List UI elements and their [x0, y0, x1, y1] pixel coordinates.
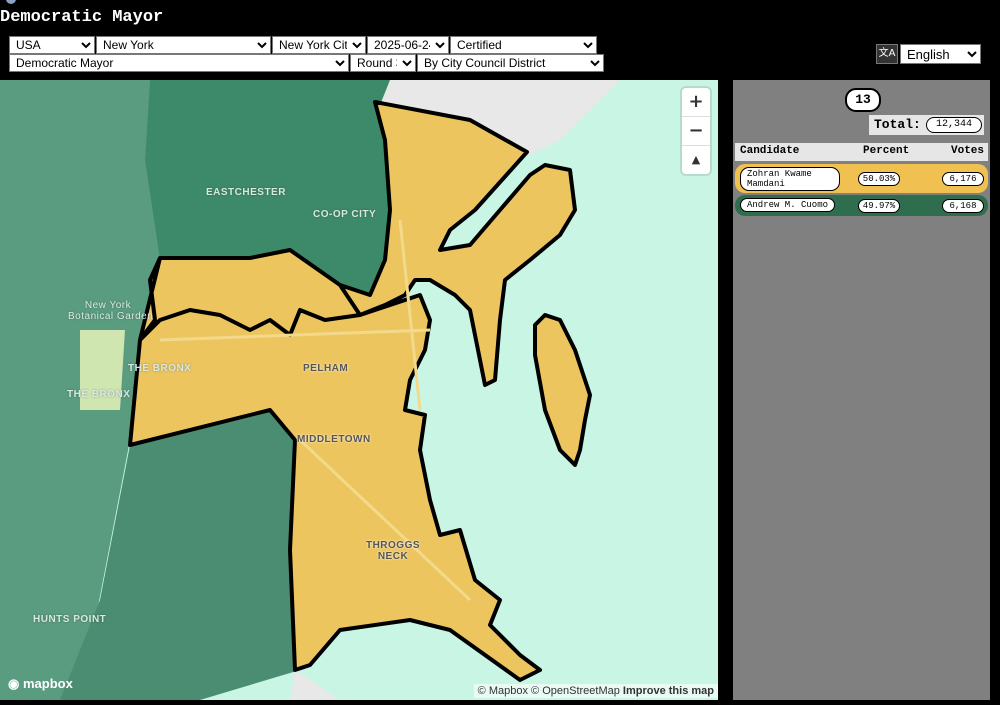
district-number-badge: 13: [845, 88, 881, 112]
candidate-percent: 50.03%: [858, 172, 900, 186]
map-attribution: © Mapbox © OpenStreetMap Improve this ma…: [473, 684, 718, 698]
label-hunts-point: HUNTS POINT: [33, 614, 107, 625]
candidate-votes: 6,176: [942, 172, 984, 186]
country-select[interactable]: USA: [9, 36, 95, 54]
city-select[interactable]: New York City: [272, 36, 366, 54]
header-candidate: Candidate: [740, 145, 800, 157]
label-coop-city: CO-OP CITY: [313, 209, 377, 220]
header-votes: Votes: [951, 145, 985, 157]
total-box: Total: 12,344: [869, 115, 984, 135]
attribution-mapbox[interactable]: © Mapbox: [478, 685, 528, 697]
window-dot: [6, 0, 16, 4]
total-label: Total:: [874, 117, 921, 132]
mapbox-logo[interactable]: ◉ mapbox: [8, 676, 73, 692]
results-table-header: Candidate Percent Votes: [735, 143, 988, 161]
label-pelham: PELHAM: [303, 363, 349, 374]
mapbox-logo-icon: ◉: [8, 676, 20, 691]
label-the-bronx-2: THE BRONX: [67, 389, 131, 400]
date-select[interactable]: 2025-06-24: [367, 36, 449, 54]
status-select[interactable]: Certified: [450, 36, 597, 54]
candidate-row[interactable]: Andrew M. Cuomo 49.97% 6,168: [735, 195, 988, 216]
candidate-percent: 49.97%: [858, 199, 900, 213]
map-area[interactable]: EASTCHESTER CO-OP CITY New York Botanica…: [0, 80, 718, 700]
round-select[interactable]: Round 3: [350, 54, 416, 72]
label-middletown: MIDDLETOWN: [297, 434, 371, 445]
language-select[interactable]: English: [900, 44, 981, 64]
state-select[interactable]: New York: [96, 36, 271, 54]
candidate-votes: 6,168: [942, 199, 984, 213]
total-value: 12,344: [926, 117, 982, 133]
grouping-select[interactable]: By City Council District: [417, 54, 604, 72]
compass-button[interactable]: ▲: [682, 146, 710, 174]
mapbox-logo-text: mapbox: [22, 676, 73, 691]
attribution-improve[interactable]: Improve this map: [623, 685, 714, 697]
header-percent: Percent: [863, 145, 910, 157]
candidate-name: Andrew M. Cuomo: [740, 198, 836, 212]
zoom-out-button[interactable]: −: [682, 117, 710, 146]
attribution-osm[interactable]: © OpenStreetMap: [531, 685, 620, 697]
race-select[interactable]: Democratic Mayor: [9, 54, 349, 72]
zoom-in-button[interactable]: +: [682, 88, 710, 117]
land-south: [290, 670, 340, 700]
page-title: Democratic Mayor: [0, 8, 164, 27]
label-throggs-neck: THROGGS NECK: [365, 540, 421, 562]
candidate-row[interactable]: Zohran Kwame Mamdani 50.03% 6,176: [735, 164, 988, 193]
translate-icon: 文A: [876, 44, 898, 64]
map-controls: + − ▲: [682, 88, 710, 174]
candidate-name: Zohran Kwame Mamdani: [740, 167, 840, 191]
label-the-bronx-1: THE BRONX: [128, 363, 192, 374]
label-botanical-garden: New York Botanical Garden: [68, 300, 154, 322]
label-eastchester: EASTCHESTER: [206, 187, 286, 198]
